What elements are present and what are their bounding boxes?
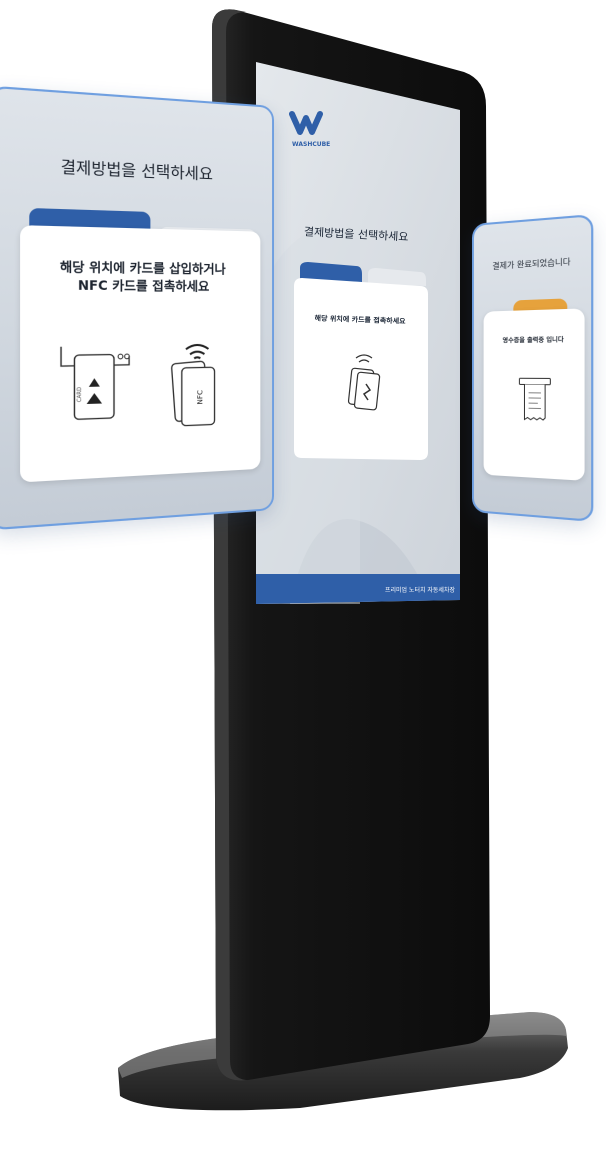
nfc-tap-icon[interactable]: NFC — [161, 336, 233, 432]
instruction-line-2: NFC 카드를 접촉하세요 — [77, 278, 210, 295]
kiosk-display: 프리미엄 노터치 자동세차장 WASHCUBE 결제방법을 선택하세요 해당 위… — [256, 62, 460, 605]
kiosk-footer-text: 프리미엄 노터치 자동세차장 — [385, 586, 456, 594]
payment-method-title: 결제방법을 선택하세요 — [60, 157, 213, 184]
payment-complete-panel: 결제가 완료되었습니다 영수증을 출력중 입니다 — [472, 213, 594, 523]
nfc-label: NFC — [195, 390, 204, 405]
payment-complete-title: 결제가 완료되었습니다 — [492, 257, 571, 271]
insert-card-label: CARD — [77, 387, 83, 402]
card-insert-icon[interactable]: CARD — [52, 342, 140, 434]
brand-name: WASHCUBE — [292, 141, 330, 148]
instruction-line-1: 해당 위치에 카드를 삽입하거나 — [59, 259, 226, 277]
payment-method-panel: 결제방법을 선택하세요 해당 위치에 카드를 삽입하거나 NFC 카드를 접촉하… — [0, 85, 274, 531]
receipt-printing-text: 영수증을 출력중 입니다 — [502, 336, 564, 345]
payment-instruction-card: 해당 위치에 카드를 삽입하거나 NFC 카드를 접촉하세요 CARD NFC — [20, 225, 261, 483]
receipt-card: 영수증을 출력중 입니다 — [483, 308, 585, 481]
receipt-icon — [517, 376, 552, 426]
